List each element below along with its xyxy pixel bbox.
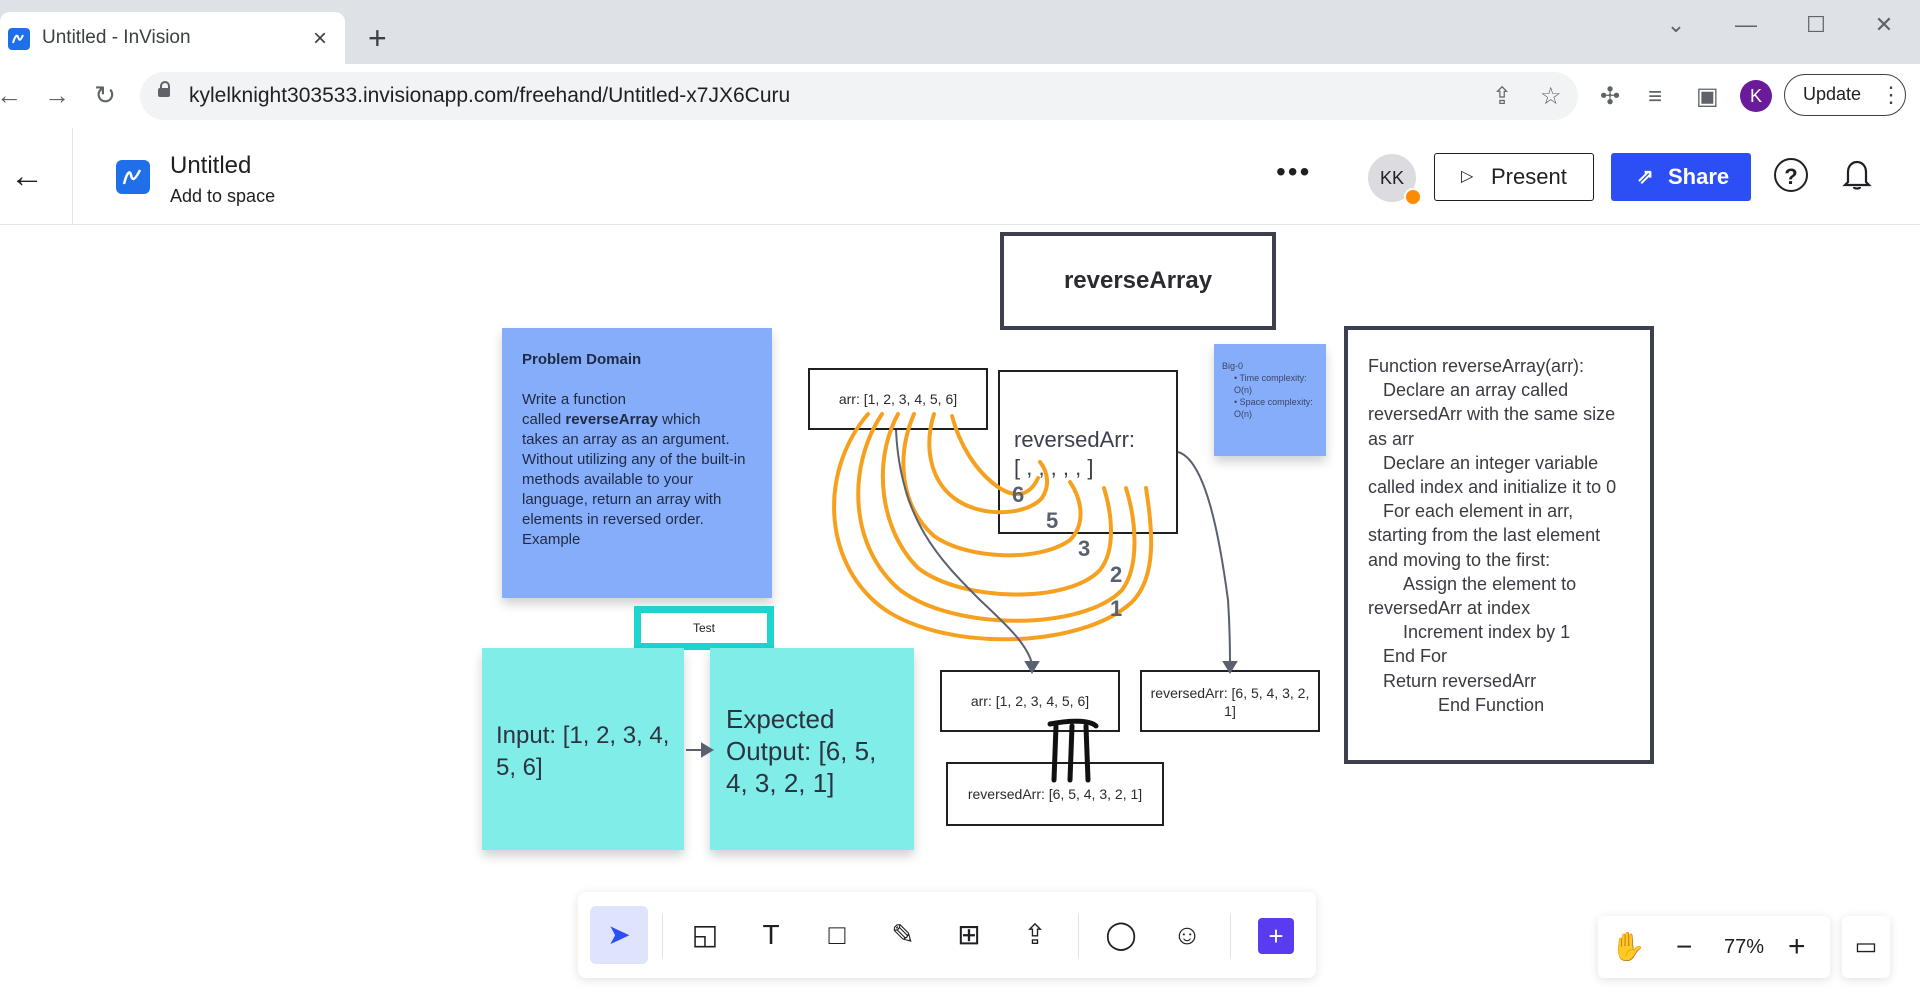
black-freehand-strokes <box>1047 718 1099 783</box>
toolbar-divider <box>1230 914 1231 958</box>
select-tool-icon[interactable]: ➤ <box>590 906 648 964</box>
black-stroke <box>1067 723 1075 783</box>
black-stroke <box>1051 723 1059 783</box>
add-tool-icon[interactable]: + <box>1258 918 1294 954</box>
orange-freehand-arcs <box>832 412 1154 642</box>
sticker-tool-icon[interactable]: ☺ <box>1158 906 1216 964</box>
comment-tool-icon[interactable]: ◯ <box>1092 906 1150 964</box>
table-tool-icon[interactable]: ⊞ <box>940 906 998 964</box>
hand-tool-icon[interactable]: ✋ <box>1604 920 1652 974</box>
pen-tool-icon[interactable]: ✎ <box>874 906 932 964</box>
orange-arc <box>880 412 1113 597</box>
canvas-drawings: 6 5 3 2 1 <box>686 412 1238 783</box>
zoom-in-button[interactable]: + <box>1788 924 1806 970</box>
zoom-out-button[interactable]: − <box>1676 924 1692 970</box>
connector-arrow <box>1177 451 1231 665</box>
black-stroke <box>1083 723 1091 783</box>
toolbar-divider <box>662 914 663 958</box>
orange-arc <box>950 414 1040 496</box>
orange-arc <box>927 412 1049 515</box>
connector-arrows <box>686 429 1238 758</box>
order-number: 5 <box>1046 508 1058 533</box>
zoom-level[interactable]: 77% <box>1724 936 1764 959</box>
order-number: 3 <box>1078 536 1090 561</box>
orange-arc <box>856 412 1137 623</box>
sticky-note-tool-icon[interactable]: ◱ <box>676 906 734 964</box>
order-number: 2 <box>1110 562 1122 587</box>
arrowhead <box>1222 661 1238 674</box>
arrowhead <box>1024 661 1040 674</box>
connector-arrow <box>895 429 1033 665</box>
arrowhead <box>701 742 714 758</box>
shape-tool-icon[interactable]: □ <box>808 906 866 964</box>
upload-tool-icon[interactable]: ⇪ <box>1006 906 1064 964</box>
order-number: 6 <box>1012 482 1024 507</box>
text-tool-icon[interactable]: T <box>742 906 800 964</box>
toolbar-divider <box>1078 914 1079 958</box>
order-number: 1 <box>1110 596 1122 621</box>
minimap-icon[interactable]: ▭ <box>1842 916 1890 978</box>
